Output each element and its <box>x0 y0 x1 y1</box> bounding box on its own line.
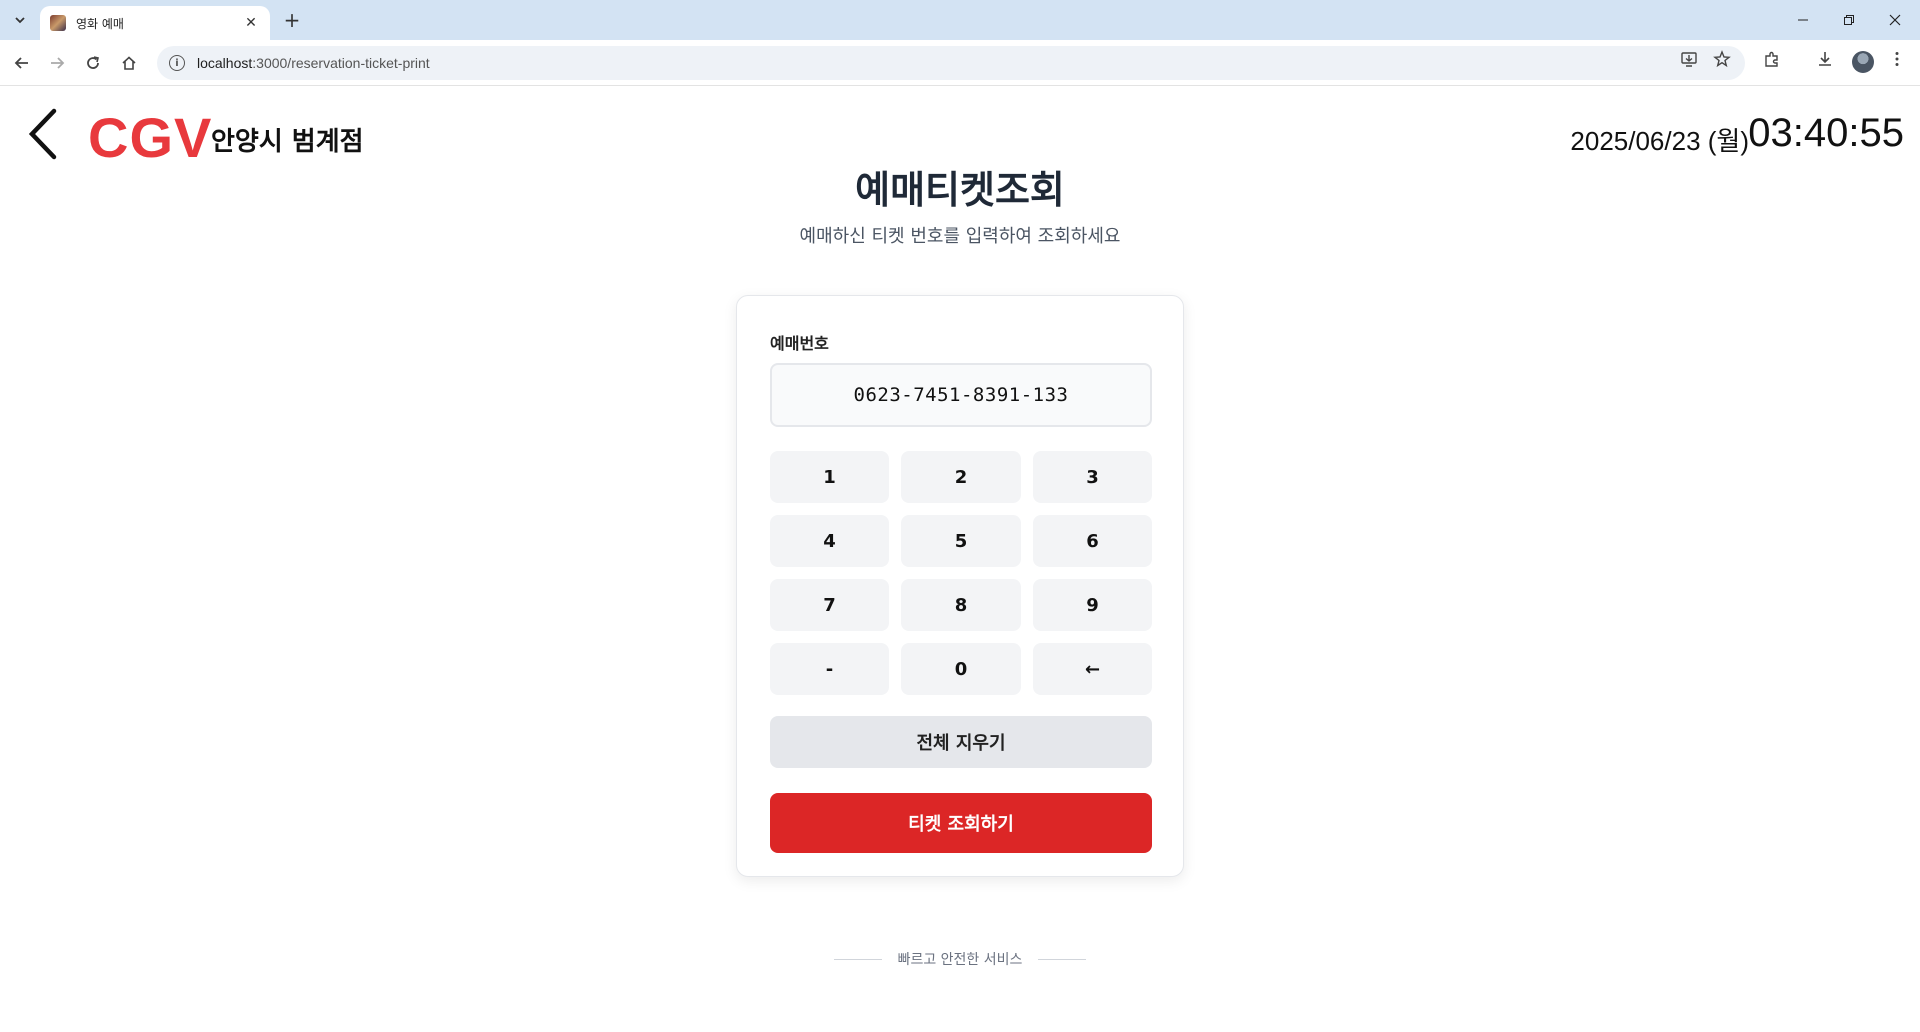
divider <box>1038 958 1087 960</box>
reload-icon <box>87 56 99 69</box>
download-icon <box>1819 52 1831 66</box>
number-keypad: 1 2 3 4 5 6 7 8 9 - 0 ← <box>770 451 1152 695</box>
minimize-icon <box>1798 19 1808 21</box>
home-icon <box>122 56 136 70</box>
page-title: 예매티켓조회 <box>855 168 1065 212</box>
back-nav-button[interactable] <box>10 51 34 75</box>
key-6[interactable]: 6 <box>1033 515 1152 567</box>
chevron-left-icon <box>28 108 57 160</box>
key-3[interactable]: 3 <box>1033 451 1152 503</box>
url-host: localhost <box>197 55 253 71</box>
home-button[interactable] <box>117 51 141 75</box>
tab-title: 영화 예매 <box>76 16 124 31</box>
footer-text: 빠르고 안전한 서비스 <box>897 952 1023 968</box>
key-4[interactable]: 4 <box>770 515 889 567</box>
favicon-icon <box>50 15 66 31</box>
key-7[interactable]: 7 <box>770 579 889 631</box>
restore-icon <box>1844 15 1854 25</box>
key-5[interactable]: 5 <box>901 515 1021 567</box>
current-date: 2025/06/23 (월) <box>1570 126 1749 156</box>
address-bar[interactable]: i localhost:3000/reservation-ticket-prin… <box>157 46 1745 80</box>
reservation-number-label: 예매번호 <box>770 334 829 353</box>
bookmark-button[interactable] <box>1711 48 1733 70</box>
profile-avatar[interactable] <box>1852 51 1874 73</box>
star-icon <box>1713 50 1731 68</box>
key-1[interactable]: 1 <box>770 451 889 503</box>
backspace-key[interactable]: ← <box>1033 643 1152 695</box>
branch-name: 안양시 범계점 <box>211 127 364 157</box>
restore-button[interactable] <box>1826 0 1872 40</box>
reload-button[interactable] <box>81 51 105 75</box>
current-time: 03:40:55 <box>1748 111 1904 155</box>
key-dash[interactable]: - <box>770 643 889 695</box>
key-0[interactable]: 0 <box>901 643 1021 695</box>
arrow-right-icon <box>51 57 65 69</box>
footer: 빠르고 안전한 서비스 <box>0 949 1920 969</box>
forward-nav-button[interactable] <box>45 51 69 75</box>
clear-all-button[interactable]: 전체 지우기 <box>770 716 1152 768</box>
back-button[interactable] <box>24 107 64 167</box>
lookup-ticket-button[interactable]: 티켓 조회하기 <box>770 793 1152 853</box>
url-path: :3000/reservation-ticket-print <box>252 55 430 71</box>
arrow-left-icon <box>14 57 28 69</box>
kiosk-page: CGV 안양시 범계점 2025/06/23 (월) 03:40:55 예매티켓… <box>0 87 1920 1032</box>
minimize-button[interactable] <box>1780 0 1826 40</box>
install-icon <box>1681 52 1697 67</box>
key-9[interactable]: 9 <box>1033 579 1152 631</box>
close-icon <box>1889 14 1901 26</box>
browser-tab[interactable]: 영화 예매 ✕ <box>40 6 270 40</box>
browser-tab-strip: 영화 예매 ✕ + <box>0 0 1920 40</box>
ticket-lookup-card: 예매번호 0623-7451-8391-133 1 2 3 4 5 6 7 8 … <box>736 295 1184 877</box>
site-info-icon[interactable]: i <box>169 55 185 71</box>
chevron-down-icon <box>15 17 25 24</box>
reservation-number-input[interactable]: 0623-7451-8391-133 <box>770 363 1152 427</box>
url-text: localhost:3000/reservation-ticket-print <box>197 55 430 71</box>
browser-toolbar: i localhost:3000/reservation-ticket-prin… <box>0 40 1920 86</box>
close-icon[interactable]: ✕ <box>242 15 260 31</box>
key-2[interactable]: 2 <box>901 451 1021 503</box>
browser-menu-button[interactable] <box>1886 48 1908 70</box>
puzzle-icon <box>1765 51 1778 67</box>
downloads-button[interactable] <box>1814 48 1836 70</box>
new-tab-button[interactable]: + <box>280 8 304 32</box>
extensions-button[interactable] <box>1761 48 1783 70</box>
page-subtitle: 예매하신 티켓 번호를 입력하여 조회하세요 <box>799 226 1121 247</box>
install-app-button[interactable] <box>1678 48 1700 70</box>
tab-search-button[interactable] <box>8 8 32 32</box>
key-8[interactable]: 8 <box>901 579 1021 631</box>
window-close-button[interactable] <box>1872 0 1918 40</box>
more-vertical-icon <box>1895 52 1899 66</box>
divider <box>833 958 882 960</box>
